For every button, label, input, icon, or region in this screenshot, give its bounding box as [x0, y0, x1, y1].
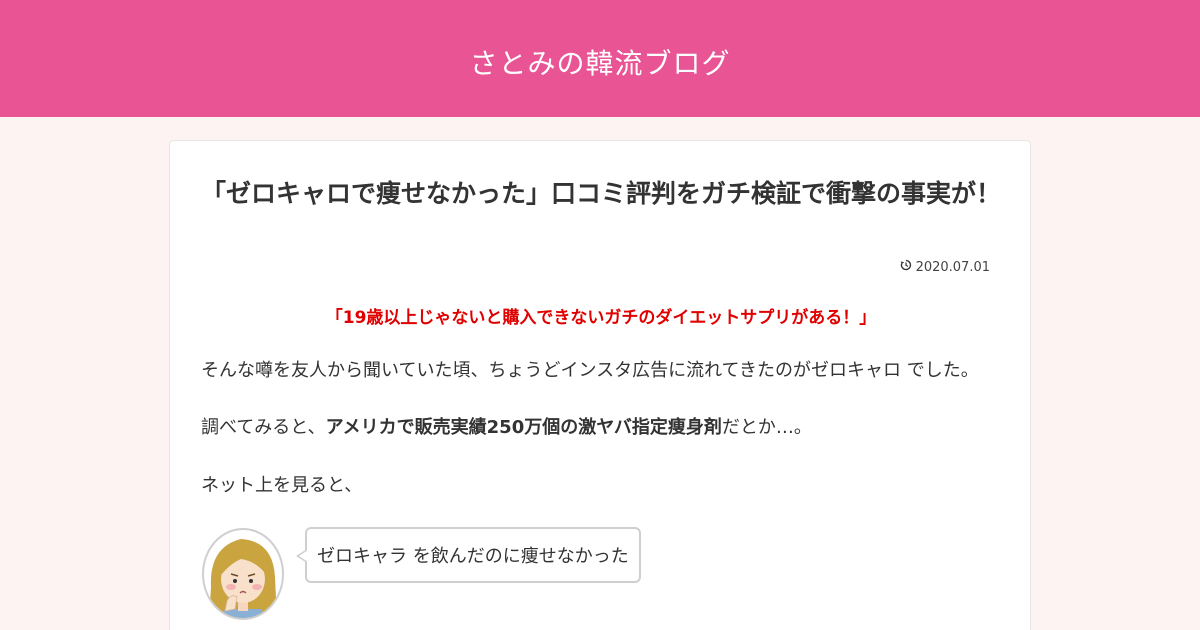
paragraph-2-strong: アメリカで販売実績250万個の激ヤバ指定痩身剤	[325, 417, 722, 438]
worried-woman-avatar	[201, 527, 285, 621]
speech-bubble: ゼロキャラ を飲んだのに痩せなかった	[296, 527, 641, 583]
paragraph-2-suffix: だとか…。	[721, 417, 812, 438]
post-date-text: 2020.07.01	[915, 259, 990, 275]
paragraph-2-prefix: 調べてみると、	[201, 417, 326, 438]
site-header: さとみの韓流ブログ	[0, 0, 1200, 117]
speech-bubble-text: ゼロキャラ を飲んだのに痩せなかった	[317, 546, 629, 567]
article-title: 「ゼロキャロで痩せなかった」口コミ評判をガチ検証で衝撃の事実が！	[201, 179, 1002, 208]
post-date: 2020.07.01	[900, 259, 990, 275]
update-clock-icon	[900, 259, 912, 275]
lead-quote: 「19歳以上じゃないと購入できないガチのダイエットサプリがある！」	[325, 308, 877, 328]
article-card: 「ゼロキャロで痩せなかった」口コミ評判をガチ検証で衝撃の事実が！ 2020.07…	[169, 140, 1031, 630]
site-title-link[interactable]: さとみの韓流ブログ	[469, 42, 730, 82]
paragraph-2: 調べてみると、アメリカで販売実績250万個の激ヤバ指定痩身剤だとか…。	[201, 416, 1001, 440]
paragraph-3: ネット上を見ると、	[201, 475, 363, 496]
speech-balloon: ゼロキャラ を飲んだのに痩せなかった	[201, 527, 641, 621]
paragraph-1: そんな噂を友人から聞いていた頃、ちょうどインスタ広告に流れてきたのがゼロキャロ …	[201, 360, 979, 381]
